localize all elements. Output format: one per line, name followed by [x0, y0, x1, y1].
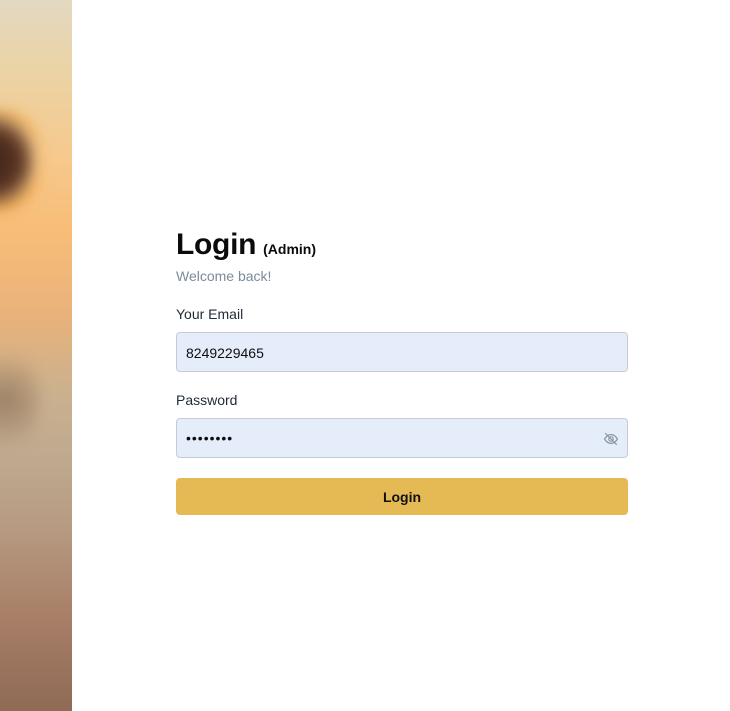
password-field[interactable]: •••••••• [176, 418, 628, 458]
email-field[interactable]: 8249229465 [176, 332, 628, 372]
email-label: Your Email [176, 306, 244, 322]
side-photo [0, 0, 72, 711]
password-label: Password [176, 392, 238, 408]
login-page: Login (Admin) Welcome back! Your Email 8… [0, 0, 730, 711]
eye-off-icon[interactable] [603, 431, 619, 447]
photo-blur-shadow [0, 340, 40, 460]
login-form: Login (Admin) Welcome back! Your Email 8… [176, 228, 628, 515]
role-label: (Admin) [263, 241, 317, 257]
email-value: 8249229465 [186, 345, 264, 361]
welcome-text: Welcome back! [176, 268, 272, 284]
page-title: Login [176, 228, 257, 261]
login-button[interactable]: Login [176, 478, 628, 515]
login-heading: Login (Admin) [176, 228, 628, 262]
password-value: •••••••• [186, 430, 234, 446]
